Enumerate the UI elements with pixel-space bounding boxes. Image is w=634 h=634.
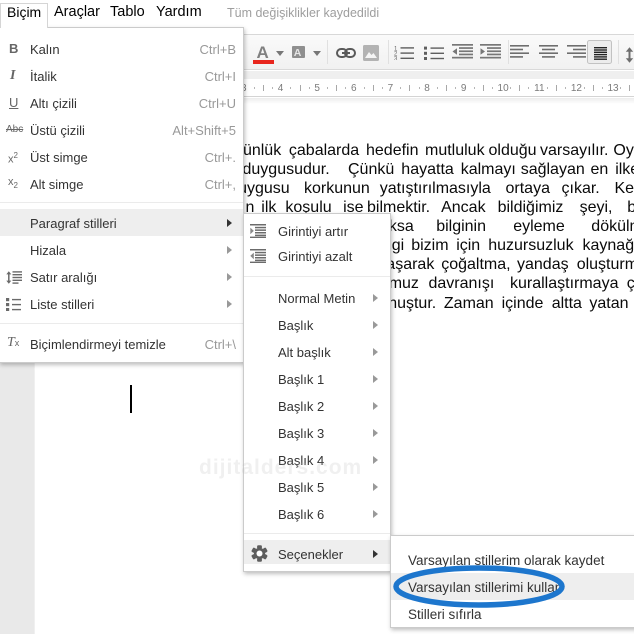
svg-text:3: 3 (394, 56, 398, 60)
